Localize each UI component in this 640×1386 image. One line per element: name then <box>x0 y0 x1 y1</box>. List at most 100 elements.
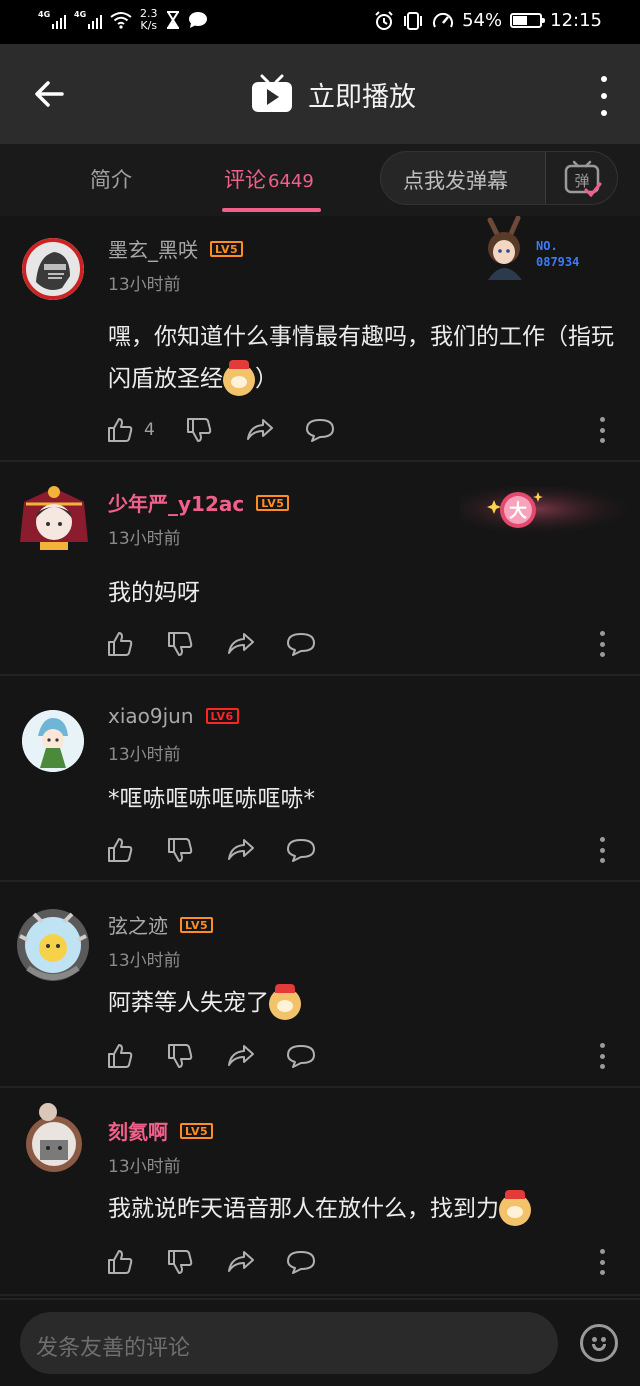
comment-time: 13小时前 <box>108 1157 181 1177</box>
network-type-1: 4G <box>38 10 51 19</box>
comment-item: 弦之迹 LV5 13小时前 阿莽等人失宠了 <box>0 882 640 1088</box>
dislike-icon[interactable] <box>166 1247 196 1277</box>
network-type-2: 4G <box>74 10 87 19</box>
tab-intro-label: 简介 <box>90 168 132 192</box>
speedometer-icon <box>433 12 454 27</box>
tab-comments-label: 评论 <box>224 168 266 192</box>
status-right: 54% 12:15 <box>374 10 602 31</box>
badge-number: 087934 <box>536 255 580 269</box>
reply-icon[interactable] <box>305 415 335 445</box>
avatar[interactable] <box>20 1100 88 1176</box>
comment-more-icon[interactable] <box>600 1249 606 1275</box>
signal-icon-2: 4G <box>74 10 102 29</box>
level-badge: LV5 <box>180 1122 214 1139</box>
badge-label: NO. <box>536 239 558 253</box>
dislike-icon[interactable] <box>185 415 215 445</box>
doge-emoji-icon <box>223 359 255 396</box>
comment-more-icon[interactable] <box>600 631 606 657</box>
avatar-image <box>17 909 89 981</box>
tab-intro[interactable]: 简介 <box>90 164 132 194</box>
reply-icon[interactable] <box>286 629 316 659</box>
dislike-icon[interactable] <box>166 835 196 865</box>
avatar[interactable] <box>22 238 84 300</box>
level-badge: LV5 <box>180 916 214 933</box>
comment-text: 嘿，你知道什么事情最有趣吗，我们的工作（指玩闪盾放圣经） <box>108 316 616 400</box>
comment-time: 13小时前 <box>108 951 181 971</box>
tab-comments[interactable]: 评论 6449 <box>224 164 314 194</box>
page-title: 立即播放 <box>308 81 416 113</box>
reply-icon[interactable] <box>286 1041 316 1071</box>
level-badge: LV5 <box>256 494 290 511</box>
username[interactable]: 刻氦啊 LV5 <box>108 1116 214 1145</box>
dislike-icon[interactable] <box>166 629 196 659</box>
comment-input-placeholder: 发条友善的评论 <box>36 1336 191 1361</box>
danmaku-tv-icon: 弹 <box>564 160 602 198</box>
vibrate-icon <box>404 11 423 30</box>
like-icon[interactable] <box>106 1247 136 1277</box>
comment-more-icon[interactable] <box>600 1043 606 1069</box>
more-vertical-icon[interactable] <box>594 76 614 116</box>
back-arrow-icon[interactable] <box>30 74 70 114</box>
comment-actions: 4 <box>106 415 365 445</box>
comment-text: 我的妈呀 <box>108 580 200 606</box>
send-danmaku-label: 点我发弹幕 <box>403 169 508 193</box>
like-icon[interactable] <box>106 1041 136 1071</box>
emoji-icon[interactable] <box>580 1324 618 1362</box>
avatar-image <box>22 710 84 772</box>
share-icon[interactable] <box>226 1041 256 1071</box>
comment-list: 墨玄_黑咲 LV5 NO. 087934 13小时前 嘿，你知道什么事情最有趣吗… <box>0 215 640 1296</box>
network-speed: 2.3 K/s <box>140 8 158 32</box>
comment-text-body: 嘿，你知道什么事情最有趣吗，我们的工作（指玩闪盾放圣经 <box>108 324 614 392</box>
tv-play-icon <box>252 74 292 112</box>
dislike-icon[interactable] <box>166 1041 196 1071</box>
share-icon[interactable] <box>226 835 256 865</box>
clock: 12:15 <box>550 10 602 31</box>
level-badge: LV5 <box>210 240 244 257</box>
comment-time: 13小时前 <box>108 745 181 765</box>
comment-item: 刻氦啊 LV5 13小时前 我就说昨天语音那人在放什么，找到力 <box>0 1088 640 1296</box>
avatar-image <box>26 1103 82 1172</box>
username[interactable]: 墨玄_黑咲 LV5 <box>108 234 244 263</box>
comment-composer: 发条友善的评论 <box>0 1298 640 1386</box>
share-icon[interactable] <box>226 629 256 659</box>
message-icon <box>188 12 207 28</box>
fan-number-badge: NO. 087934 <box>470 215 600 282</box>
avatar[interactable] <box>22 710 84 772</box>
avatar-image <box>20 486 88 550</box>
active-tab-indicator <box>222 208 321 212</box>
like-icon[interactable] <box>106 629 136 659</box>
send-danmaku-button[interactable]: 点我发弹幕 弹 <box>380 151 618 205</box>
danmaku-icon[interactable]: 弹 <box>545 152 617 204</box>
like-icon[interactable] <box>106 415 136 445</box>
comment-more-icon[interactable] <box>600 837 606 863</box>
speed-unit: K/s <box>140 19 158 32</box>
comment-text: *哐哧哐哧哐哧哐哧* <box>108 786 315 812</box>
username-text: 弦之迹 <box>108 914 168 938</box>
reply-icon[interactable] <box>286 835 316 865</box>
comment-time: 13小时前 <box>108 529 181 549</box>
alarm-icon <box>375 10 393 30</box>
username[interactable]: 弦之迹 LV5 <box>108 910 214 939</box>
share-icon[interactable] <box>226 1247 256 1277</box>
comment-more-icon[interactable] <box>600 417 606 443</box>
comment-item: 墨玄_黑咲 LV5 NO. 087934 13小时前 嘿，你知道什么事情最有趣吗… <box>0 215 640 462</box>
username[interactable]: xiao9jun LV6 <box>108 704 239 728</box>
like-icon[interactable] <box>106 835 136 865</box>
share-icon[interactable] <box>245 415 275 445</box>
badge-character-art <box>487 215 522 280</box>
username-text: xiao9jun <box>108 704 194 728</box>
avatar[interactable] <box>14 906 92 984</box>
comment-text-tail: ） <box>255 366 278 392</box>
signal-icon-1: 4G <box>38 10 66 29</box>
comment-count: 6449 <box>268 171 314 192</box>
reply-icon[interactable] <box>286 1247 316 1277</box>
username-text: 少年严_y12ac <box>108 492 245 516</box>
avatar[interactable] <box>16 482 92 552</box>
play-now-button[interactable]: 立即播放 <box>250 74 416 114</box>
comment-text-body: 阿莽等人失宠了 <box>108 990 269 1016</box>
comment-actions <box>106 629 346 659</box>
username[interactable]: 少年严_y12ac LV5 <box>108 488 290 517</box>
username-text: 刻氦啊 <box>108 1120 168 1144</box>
top-app-bar: 立即播放 <box>0 44 640 144</box>
comment-input[interactable]: 发条友善的评论 <box>20 1312 558 1374</box>
